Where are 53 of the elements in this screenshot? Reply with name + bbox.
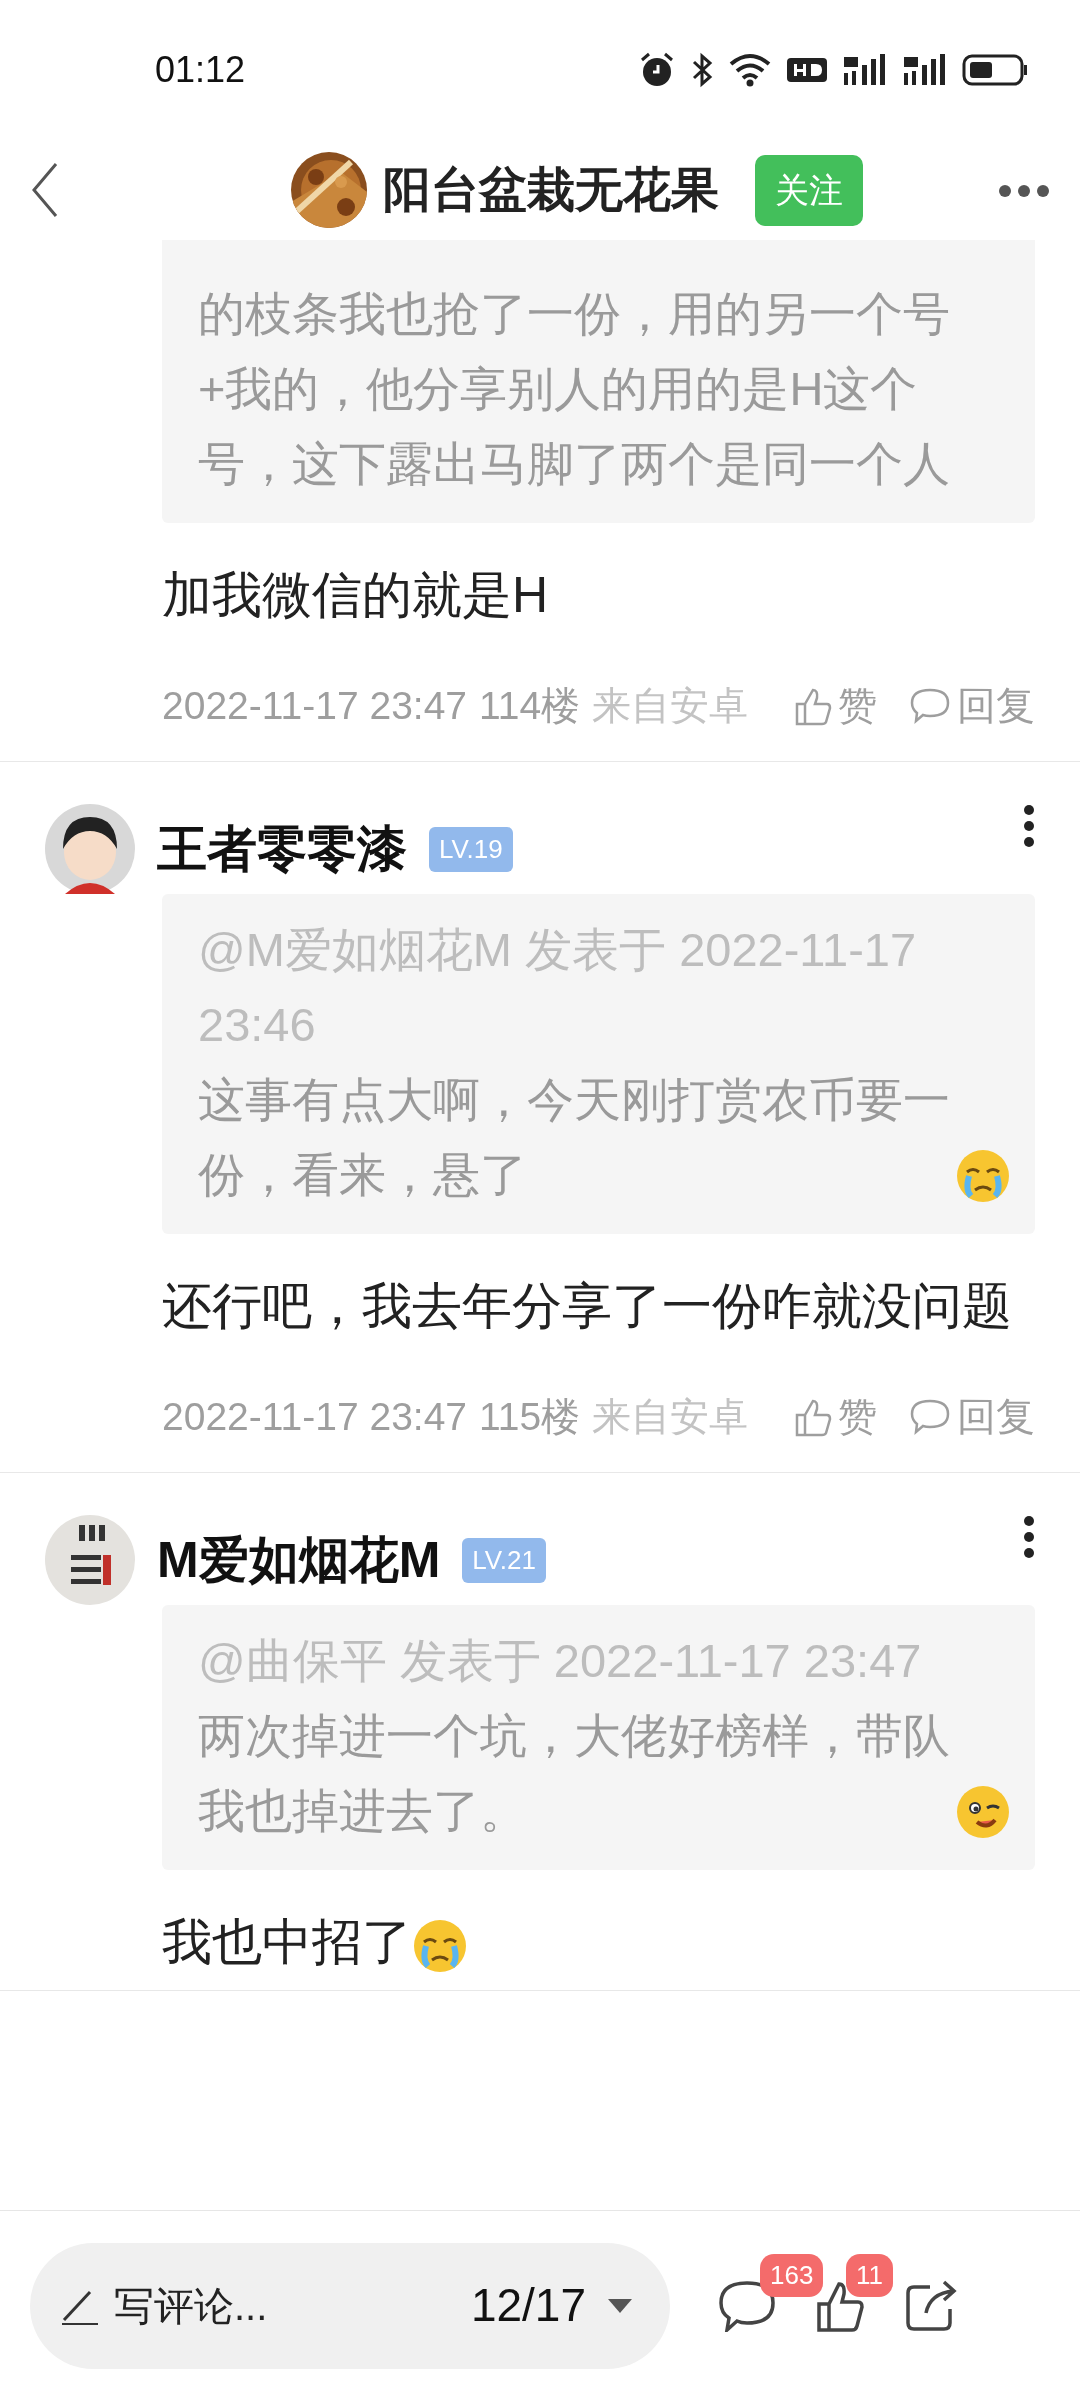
count-badge: 11	[846, 2253, 893, 2297]
share-icon	[904, 2278, 958, 2333]
like-button[interactable]: 赞	[794, 676, 877, 736]
post-date: 2022-11-17 23:47	[162, 1393, 468, 1440]
reply-button[interactable]: 回复	[909, 1387, 1035, 1447]
floor-number: 115楼	[479, 1393, 581, 1440]
thread-title: 阳台盆栽无花果	[383, 162, 719, 218]
reply-text: 还行吧，我去年分享了一份咋就没问题	[162, 1278, 1012, 1334]
wifi-icon	[728, 52, 772, 88]
quote-text: 这事有点大啊，今天刚打赏农币要一份，看来，悬了	[198, 1072, 951, 1203]
signal-icon	[842, 53, 888, 87]
quote-text: 的枝条我也抢了一份，用的另一个号+我的，他分享别人的用的是H这个号，这下露出马脚了两个是同一个人	[198, 286, 951, 492]
crying-emoji-icon	[412, 1917, 468, 1974]
back-button[interactable]	[30, 160, 60, 220]
post-source: 来自安卓	[592, 1393, 749, 1440]
like-button[interactable]: 赞	[794, 1387, 877, 1447]
quote-text: 两次掉进一个坑，大佬好榜样，带队我也掉进去了。	[198, 1708, 951, 1839]
speech-bubble-icon	[909, 686, 951, 726]
alarm-icon	[638, 51, 676, 89]
status-time: 01:12	[155, 48, 246, 92]
more-button[interactable]	[1023, 1515, 1035, 1559]
comment-field[interactable]: 写评论... 12/17	[30, 2242, 670, 2369]
winking-emoji-icon	[955, 1784, 1011, 1840]
reply-text: 我也中招了	[162, 1914, 412, 1970]
battery-icon	[962, 54, 1028, 86]
signal-icon	[902, 53, 948, 87]
page-selector[interactable]: 12/17	[470, 2271, 634, 2340]
thumbs-up-icon	[794, 686, 832, 726]
floor-number: 114楼	[479, 682, 581, 729]
count-badge: 163	[760, 2253, 824, 2297]
level-badge: LV.21	[462, 1537, 546, 1583]
crying-emoji-icon	[955, 1148, 1011, 1204]
post-source: 来自安卓	[592, 682, 749, 729]
hd-icon	[786, 55, 828, 85]
level-badge: LV.19	[429, 826, 513, 872]
username: 王者零零漆	[157, 819, 407, 879]
speech-bubble-icon	[909, 1397, 951, 1437]
reply-button[interactable]: 回复	[909, 676, 1035, 736]
kebab-icon	[1023, 1515, 1035, 1559]
back-icon	[30, 160, 60, 220]
reply-text: 加我微信的就是H	[162, 567, 549, 623]
username: M爱如烟花M	[157, 1530, 441, 1590]
post-date: 2022-11-17 23:47	[162, 682, 468, 729]
kebab-icon	[1023, 804, 1035, 848]
share-button[interactable]	[904, 2278, 958, 2333]
more-button[interactable]	[1023, 804, 1035, 848]
more-icon	[998, 183, 1050, 198]
thumbs-up-icon	[794, 1397, 832, 1437]
follow-button[interactable]: 关注	[755, 154, 863, 226]
caret-icon	[606, 2296, 634, 2315]
bluetooth-icon	[690, 51, 714, 89]
quote-header: @M爱如烟花M 发表于 2022-11-17 23:46	[198, 922, 918, 1053]
quote-header: @曲保平 发表于 2022-11-17 23:47	[198, 1633, 923, 1689]
